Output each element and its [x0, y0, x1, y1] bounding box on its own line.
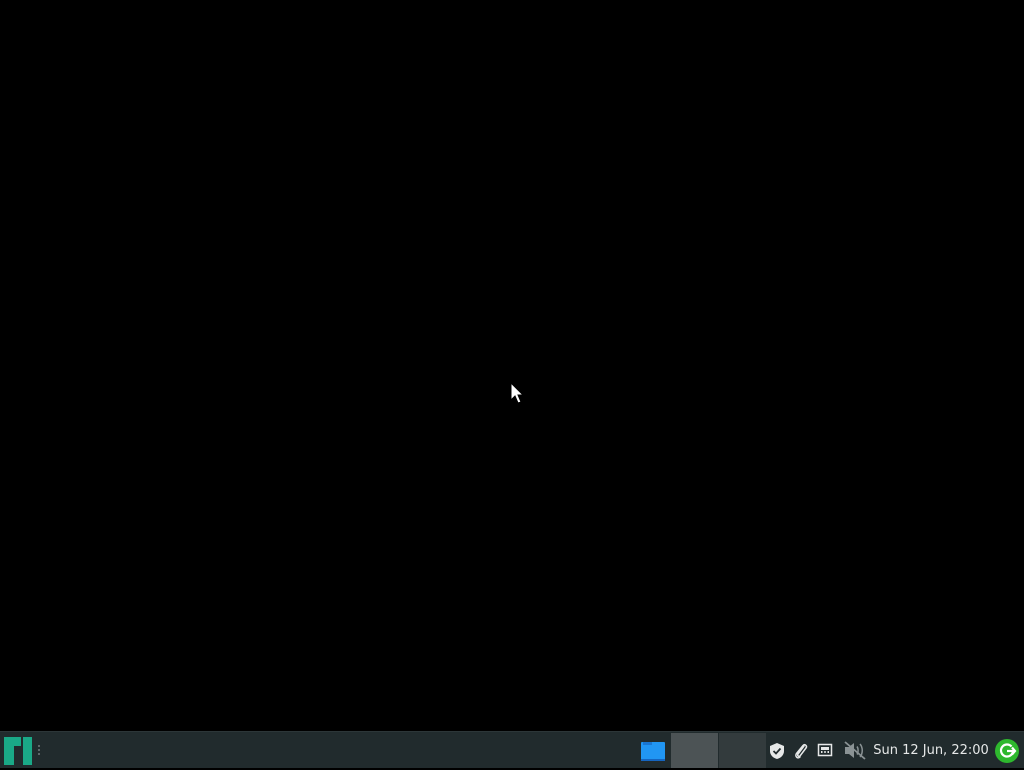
paperclip-icon[interactable] — [793, 742, 809, 760]
panel-drag-handle-icon[interactable] — [36, 744, 42, 756]
network-wired-icon[interactable] — [817, 742, 833, 758]
update-notifier-icon[interactable] — [994, 738, 1020, 764]
volume-muted-icon[interactable] — [843, 741, 867, 760]
taskbar: Sun 12 Jun, 22:00 — [0, 731, 1024, 768]
shield-check-icon[interactable] — [769, 742, 785, 760]
manjaro-logo-icon — [4, 737, 32, 765]
file-manager-launcher-button[interactable] — [637, 732, 669, 769]
file-manager-icon — [641, 742, 665, 761]
workspace-1-button[interactable] — [671, 733, 718, 768]
workspace-2-button[interactable] — [719, 733, 766, 768]
desktop-background[interactable] — [0, 0, 1024, 731]
application-menu-button[interactable] — [3, 736, 33, 766]
mouse-cursor-icon — [510, 382, 525, 404]
clock[interactable]: Sun 12 Jun, 22:00 — [871, 732, 991, 769]
